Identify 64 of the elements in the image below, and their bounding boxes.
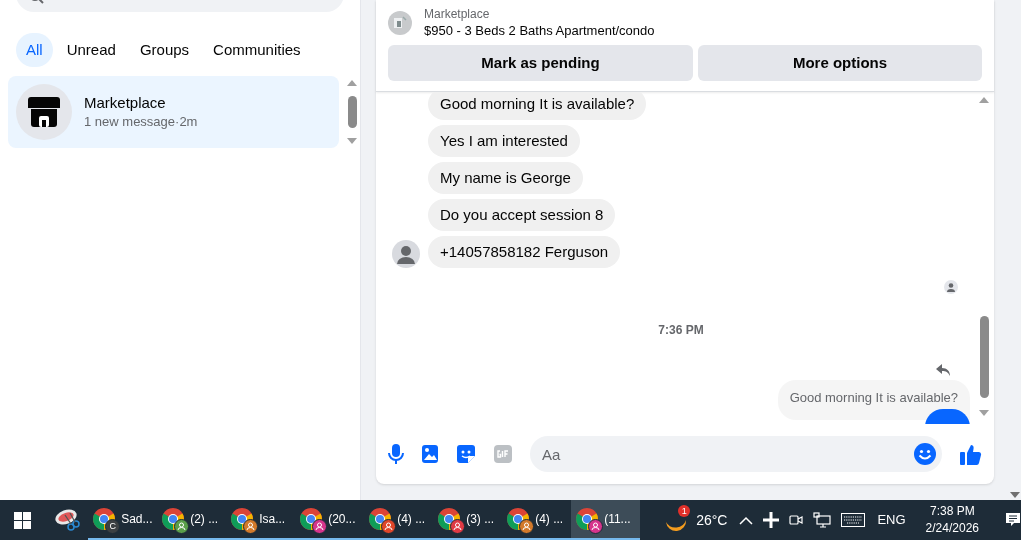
app-label: (2) ...	[190, 511, 219, 528]
notifications-icon[interactable]	[1005, 512, 1021, 528]
scroll-down-arrow[interactable]	[347, 138, 357, 144]
microphone-icon[interactable]	[388, 444, 404, 464]
camera-icon[interactable]	[789, 512, 804, 528]
filter-tab[interactable]: Communities	[203, 33, 311, 67]
message-input[interactable]: Aa	[530, 436, 942, 472]
conversation-name: Marketplace	[84, 93, 167, 113]
conversation-item[interactable]: Marketplace 1 new message·2m	[8, 76, 339, 148]
filter-tab[interactable]: All	[16, 33, 53, 67]
reply-icon	[936, 364, 950, 376]
taskbar-app[interactable]: (4) ...	[364, 500, 434, 540]
message-bubble: Good morning It is available?	[428, 92, 647, 120]
scissors-icon[interactable]	[53, 509, 80, 531]
app-label: (20...	[328, 511, 356, 528]
emoji-icon[interactable]	[914, 443, 936, 465]
app-label: (3) ...	[466, 511, 495, 528]
action-button[interactable]: Mark as pending	[388, 45, 693, 81]
action-button[interactable]: More options	[698, 45, 982, 81]
taskbar-app[interactable]: (3) ...	[433, 500, 503, 540]
keyboard-icon[interactable]	[841, 513, 866, 527]
message-bubble: Yes I am interested	[428, 125, 580, 157]
sticker-icon[interactable]	[456, 444, 476, 464]
seen-avatar-icon	[944, 280, 958, 294]
app-label: (4) ...	[535, 511, 564, 528]
filter-tab[interactable]: Unread	[56, 33, 126, 67]
taskbar-app[interactable]: (11...	[571, 500, 641, 540]
app-label: (4) ...	[397, 511, 426, 528]
scrollbar-thumb[interactable]	[347, 96, 357, 128]
temperature[interactable]: 26°C	[696, 509, 728, 531]
scrollbar-thumb[interactable]	[979, 316, 989, 398]
listing-title[interactable]: $950 - 3 Beds 2 Baths Apartment/condo	[424, 22, 655, 40]
taskbar-app[interactable]: Isa...	[226, 500, 296, 540]
app-label: (11...	[604, 511, 631, 528]
conversation-preview: 1 new message·2m	[84, 113, 198, 131]
taskbar-app[interactable]: (20...	[295, 500, 365, 540]
image-icon[interactable]	[422, 444, 438, 464]
like-icon[interactable]	[960, 443, 982, 465]
plus-icon[interactable]	[763, 512, 780, 528]
network-icon[interactable]	[813, 512, 832, 528]
store-icon	[28, 97, 60, 127]
app-label: Sad...	[121, 511, 153, 528]
filter-tab[interactable]: Groups	[129, 33, 200, 67]
language-indicator[interactable]: ENG	[877, 510, 906, 530]
taskbar-app[interactable]: (2) ...	[157, 500, 227, 540]
message-bubble: Do you accept session 8	[428, 199, 616, 231]
clock[interactable]: 7:38 PM 2/24/2026	[921, 503, 983, 537]
message-bubble: My name is George	[428, 162, 583, 194]
scroll-up-arrow[interactable]	[347, 80, 357, 86]
app-label: Isa...	[259, 511, 286, 528]
listing-category: Marketplace	[424, 6, 491, 22]
chevron-up-icon[interactable]	[739, 515, 754, 525]
message-bubble: +14057858182 Ferguson	[428, 236, 621, 268]
timestamp: 7:36 PM	[658, 322, 704, 339]
scroll-up-arrow[interactable]	[979, 97, 989, 103]
listing-thumbnail	[388, 11, 412, 35]
windows-start-icon[interactable]	[14, 511, 31, 529]
scroll-down-arrow[interactable]	[1010, 492, 1020, 498]
taskbar-app[interactable]: C Sad...	[88, 500, 158, 540]
notification-badge: 1	[678, 505, 691, 517]
profile-badge: C	[105, 519, 121, 534]
scroll-down-arrow[interactable]	[979, 410, 989, 416]
quoted-message: Good morning It is available?	[777, 380, 970, 420]
avatar-icon	[392, 240, 420, 268]
